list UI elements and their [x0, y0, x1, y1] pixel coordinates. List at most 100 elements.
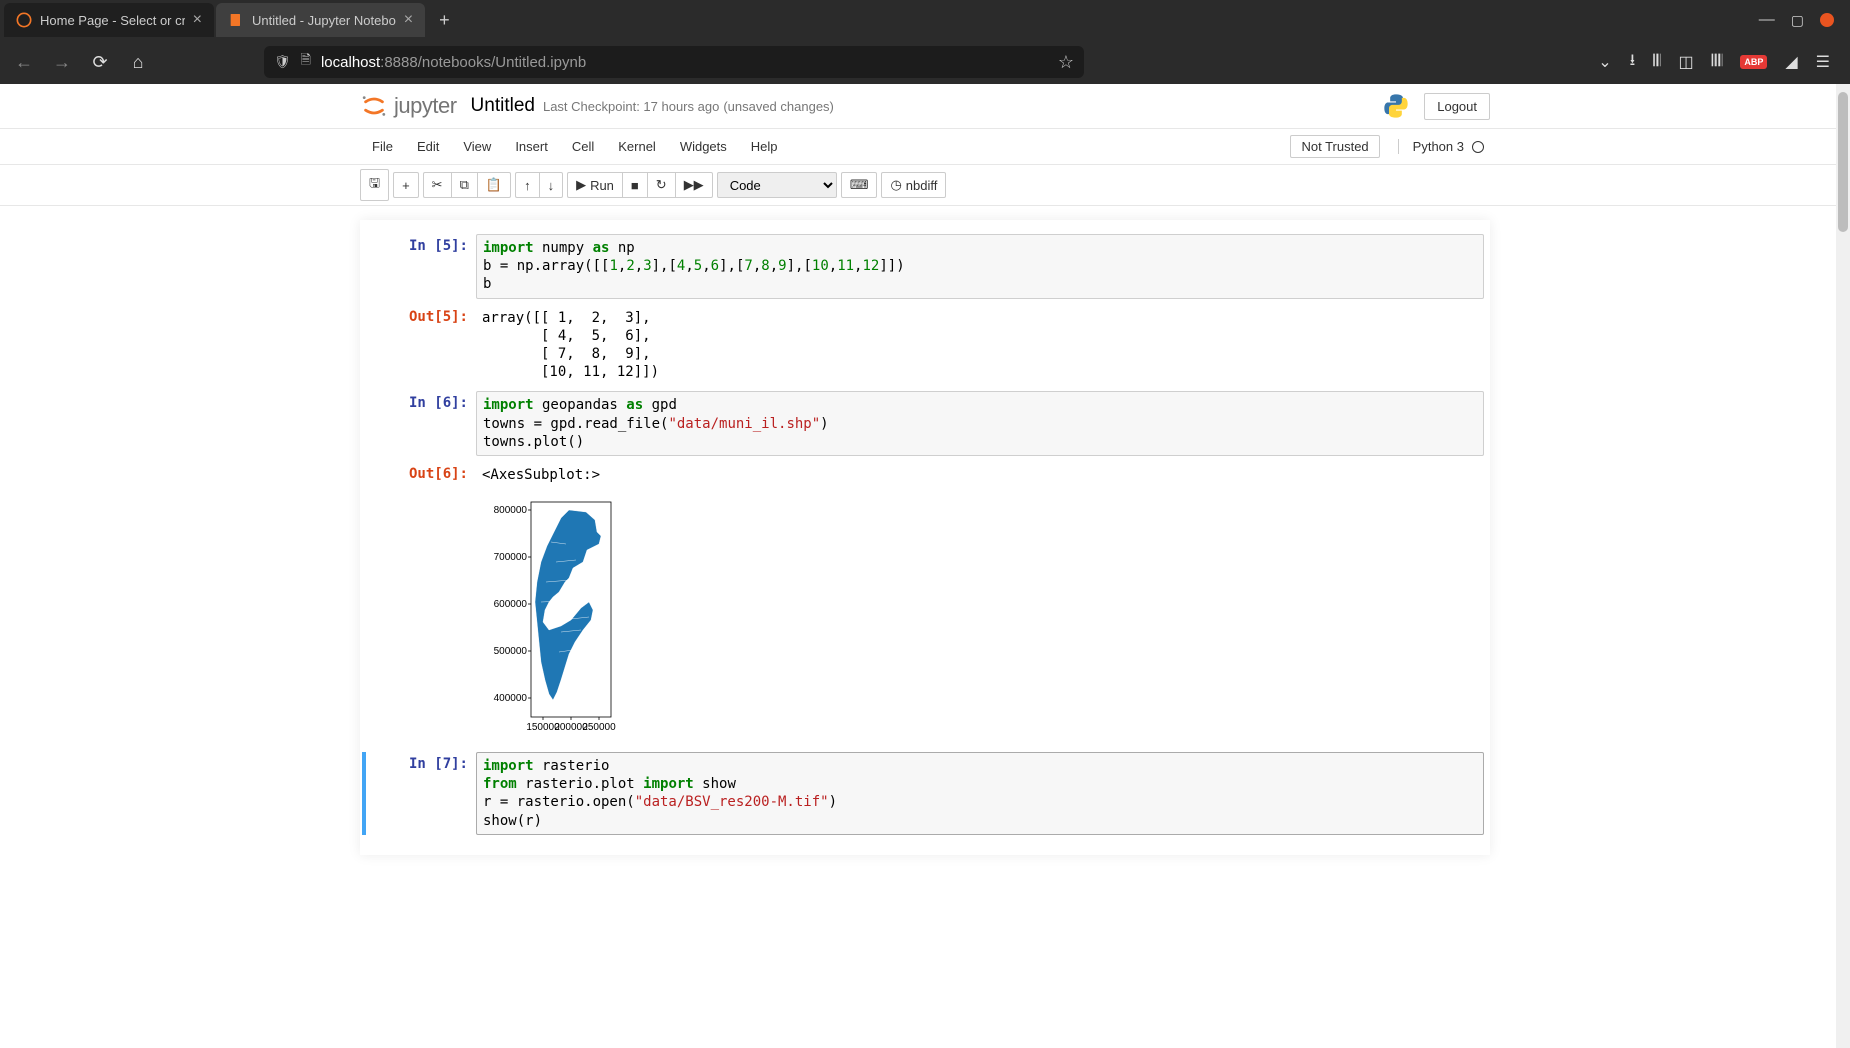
close-icon[interactable]: × [404, 11, 413, 29]
nbdiff-button[interactable]: ◷ nbdiff [881, 172, 946, 198]
copy-button[interactable]: ⧉ [451, 172, 477, 198]
run-label: Run [590, 178, 614, 193]
run-button[interactable]: ▶ Run [567, 172, 622, 198]
grid-icon[interactable]: 𝄃𝄃𝄃 [1712, 53, 1723, 71]
home-button[interactable]: ⌂ [126, 52, 150, 73]
forward-button[interactable]: → [50, 52, 74, 73]
reload-button[interactable]: ⟳ [88, 52, 112, 73]
url-text: localhost:8888/notebooks/Untitled.ipynb [321, 54, 586, 71]
code-cell[interactable]: In [6]: import geopandas as gpd towns = … [366, 391, 1484, 456]
output-cell: Out[6]: <AxesSubplot:> [366, 462, 1484, 488]
ext-icon[interactable]: ◢ [1785, 52, 1797, 72]
shield-icon[interactable]: 🛡 [274, 54, 291, 70]
menu-icon[interactable]: ☰ [1816, 52, 1830, 72]
pocket-icon[interactable]: ⌄ [1598, 52, 1611, 72]
restart-icon: ↻ [656, 177, 667, 193]
sidebar-icon[interactable]: ◫ [1678, 52, 1693, 72]
toolbar: 🖫 + ✂ ⧉ 📋 ↑ ↓ ▶ Run ■ ↻ ▶▶ Code ⌨ ◷ nbdi… [360, 165, 1490, 205]
logout-button[interactable]: Logout [1424, 93, 1490, 120]
plot-output: 800000 700000 600000 500000 400000 15000… [476, 494, 1484, 742]
code-input[interactable]: import geopandas as gpd towns = gpd.read… [476, 391, 1484, 456]
jupyter-page: jupyter Untitled Last Checkpoint: 17 hou… [0, 84, 1850, 1048]
maximize-icon[interactable]: ▢ [1791, 12, 1804, 29]
ytick: 700000 [494, 552, 528, 563]
cut-button[interactable]: ✂ [423, 172, 451, 198]
ytick: 800000 [494, 505, 528, 516]
window-controls: — ▢ [1759, 11, 1846, 29]
insert-cell-button[interactable]: + [393, 172, 419, 198]
trust-indicator[interactable]: Not Trusted [1290, 135, 1379, 158]
ytick: 400000 [494, 693, 528, 704]
interrupt-button[interactable]: ■ [622, 172, 647, 198]
code-input[interactable]: import numpy as np b = np.array([[1,2,3]… [476, 234, 1484, 299]
bookmark-icon[interactable]: ☆ [1058, 52, 1074, 73]
menu-file[interactable]: File [360, 133, 405, 160]
input-prompt: In [5]: [366, 234, 476, 299]
ytick: 600000 [494, 599, 528, 610]
stop-icon: ■ [631, 178, 639, 193]
arrow-down-icon: ↓ [548, 178, 555, 193]
url-bar[interactable]: 🛡 🗎 localhost:8888/notebooks/Untitled.ip… [264, 46, 1084, 78]
scrollbar[interactable] [1836, 84, 1850, 1048]
menu-edit[interactable]: Edit [405, 133, 451, 160]
save-button[interactable]: 🖫 [360, 169, 389, 201]
jupyter-header: jupyter Untitled Last Checkpoint: 17 hou… [360, 84, 1490, 128]
scrollbar-thumb[interactable] [1838, 92, 1848, 232]
move-up-button[interactable]: ↑ [515, 172, 539, 198]
new-tab-button[interactable]: + [427, 10, 462, 31]
nav-bar: ← → ⟳ ⌂ 🛡 🗎 localhost:8888/notebooks/Unt… [0, 40, 1850, 84]
command-palette-button[interactable]: ⌨ [841, 172, 878, 198]
minimize-icon[interactable]: — [1759, 11, 1775, 29]
fast-forward-icon: ▶▶ [684, 177, 704, 193]
notebook-favicon [228, 12, 244, 28]
menu-help[interactable]: Help [739, 133, 790, 160]
menubar: File Edit View Insert Cell Kernel Widget… [360, 129, 1490, 164]
tab-title: Untitled - Jupyter Notebo [252, 13, 396, 28]
menu-widgets[interactable]: Widgets [668, 133, 739, 160]
browser-tab-notebook[interactable]: Untitled - Jupyter Notebo × [216, 3, 425, 37]
unsaved-status: (unsaved changes) [723, 99, 834, 114]
keyboard-icon: ⌨ [850, 177, 869, 193]
code-cell[interactable]: In [5]: import numpy as np b = np.array(… [366, 234, 1484, 299]
window-close-icon[interactable] [1820, 13, 1834, 27]
jupyter-logo[interactable]: jupyter [360, 92, 457, 120]
downloads-icon[interactable]: ⭳ [1630, 49, 1636, 76]
menu-cell[interactable]: Cell [560, 133, 606, 160]
restart-run-all-button[interactable]: ▶▶ [675, 172, 713, 198]
arrow-up-icon: ↑ [524, 178, 531, 193]
back-button[interactable]: ← [12, 52, 36, 73]
close-icon[interactable]: × [193, 11, 202, 29]
output-prompt: Out[6]: [366, 462, 476, 488]
nbdiff-label: nbdiff [906, 178, 938, 193]
cell-type-select[interactable]: Code [717, 172, 837, 198]
ytick: 500000 [494, 646, 528, 657]
menubar-wrap: File Edit View Insert Cell Kernel Widget… [0, 128, 1850, 165]
output-cell: Out[5]: array([[ 1, 2, 3], [ 4, 5, 6], [… [366, 305, 1484, 386]
page-info-icon[interactable]: 🗎 [301, 51, 311, 73]
menu-view[interactable]: View [451, 133, 503, 160]
notebook-name[interactable]: Untitled [471, 95, 535, 117]
browser-tab-home[interactable]: Home Page - Select or cre × [4, 3, 214, 37]
menu-insert[interactable]: Insert [503, 133, 560, 160]
move-down-button[interactable]: ↓ [539, 172, 564, 198]
map-plot: 800000 700000 600000 500000 400000 15000… [476, 494, 736, 742]
browser-chrome: Home Page - Select or cre × Untitled - J… [0, 0, 1850, 84]
restart-button[interactable]: ↻ [647, 172, 675, 198]
abp-badge[interactable]: ABP [1740, 55, 1767, 69]
notebook-container: In [5]: import numpy as np b = np.array(… [360, 220, 1490, 855]
input-prompt: In [6]: [366, 391, 476, 456]
input-prompt: In [7]: [366, 752, 476, 835]
menu-kernel[interactable]: Kernel [606, 133, 668, 160]
library-icon[interactable]: 𝄃𝄃 [1653, 53, 1660, 71]
paste-icon: 📋 [486, 177, 502, 193]
toolbar-wrap: 🖫 + ✂ ⧉ 📋 ↑ ↓ ▶ Run ■ ↻ ▶▶ Code ⌨ ◷ nbdi… [0, 165, 1850, 206]
paste-button[interactable]: 📋 [477, 172, 511, 198]
kernel-indicator[interactable]: Python 3 [1398, 139, 1490, 154]
output-text: array([[ 1, 2, 3], [ 4, 5, 6], [ 7, 8, 9… [476, 305, 1484, 386]
tab-title: Home Page - Select or cre [40, 13, 185, 28]
code-input[interactable]: import rasterio from rasterio.plot impor… [476, 752, 1484, 835]
code-cell[interactable]: In [7]: import rasterio from rasterio.pl… [362, 752, 1484, 835]
plus-icon: + [402, 178, 410, 193]
cut-icon: ✂ [432, 177, 443, 193]
jupyter-logo-icon [360, 92, 388, 120]
